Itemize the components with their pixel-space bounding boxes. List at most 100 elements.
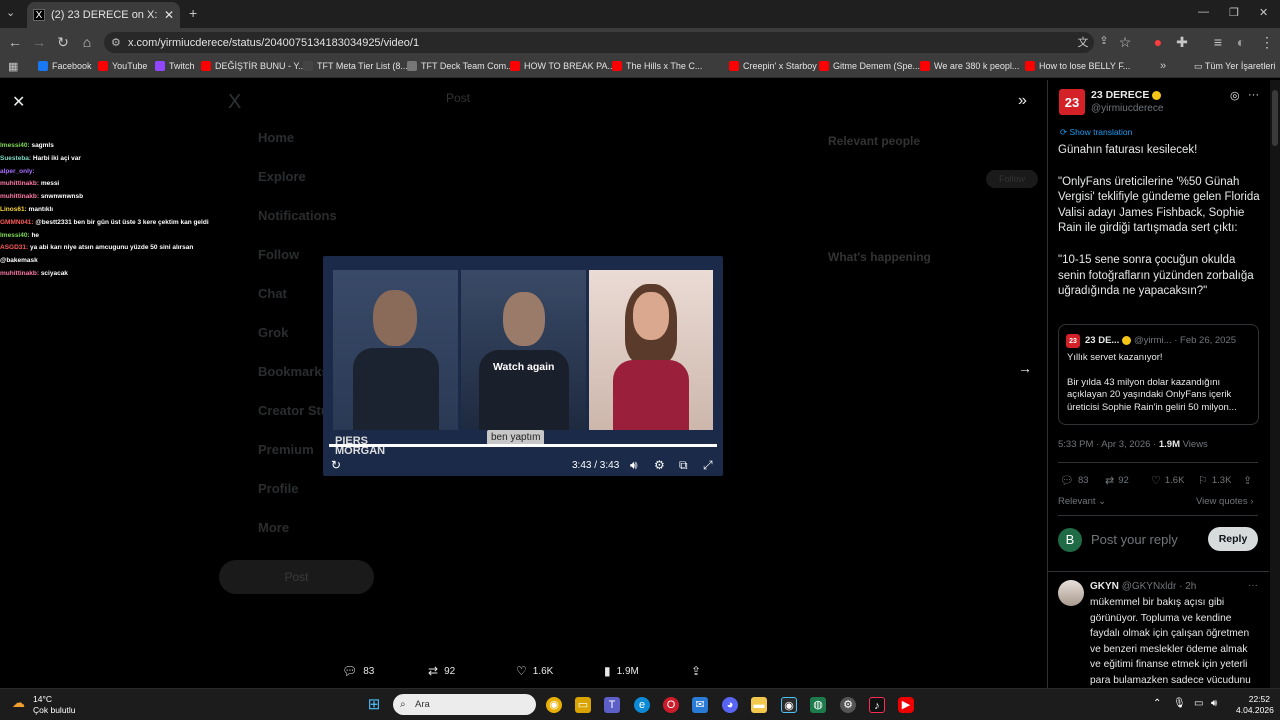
bookmark-item[interactable]: Facebook: [38, 61, 92, 71]
settings-icon[interactable]: ⚙: [654, 458, 665, 472]
bookmark-item[interactable]: YouTube: [98, 61, 147, 71]
scrollbar-thumb[interactable]: [1272, 90, 1278, 146]
site-info-icon[interactable]: ⚙: [111, 36, 121, 49]
apps-grid-icon[interactable]: ▦: [8, 60, 18, 73]
start-icon[interactable]: ⊞: [366, 697, 382, 713]
back-icon[interactable]: ←: [7, 34, 23, 50]
sort-relevant[interactable]: Relevant ⌄: [1058, 496, 1106, 507]
menu-icon[interactable]: ⋮: [1259, 34, 1275, 51]
tweet-bookmark-stat[interactable]: ⚐ 1.3K: [1198, 474, 1231, 487]
edge-icon[interactable]: e: [634, 697, 650, 713]
speaker-icon[interactable]: 🔊︎: [1211, 698, 1217, 709]
discord-icon[interactable]: ◕: [722, 697, 738, 713]
restore-button[interactable]: ❐: [1229, 6, 1239, 19]
chat-message: GMMN041: @bestt2331 ben bir gün üst üste…: [0, 217, 215, 230]
bookmark-item[interactable]: TFT Meta Tier List (8...: [303, 61, 408, 71]
tray-overflow-icon[interactable]: ⌃: [1153, 698, 1161, 709]
clock[interactable]: 22:52 4.04.2026: [1236, 694, 1274, 716]
collapse-sidebar-icon[interactable]: »: [1018, 92, 1027, 110]
author-handle[interactable]: @yirmiucderece: [1091, 103, 1163, 114]
reply-author[interactable]: GKYN: [1090, 581, 1119, 592]
reply-action[interactable]: 💬︎ 83: [342, 664, 374, 678]
tab-search-icon[interactable]: ⌄: [6, 6, 15, 19]
tab-close-icon[interactable]: ✕: [164, 8, 174, 22]
home-icon[interactable]: ⌂: [79, 34, 95, 50]
new-tab-button[interactable]: +: [189, 5, 197, 21]
steam-icon[interactable]: ⚙: [840, 697, 856, 713]
next-media-icon[interactable]: →: [1018, 360, 1032, 376]
bookmark-star-icon[interactable]: ☆: [1117, 34, 1133, 51]
quoted-tweet[interactable]: 23 23 DE... @yirmi... · Feb 26, 2025 Yıl…: [1058, 324, 1259, 425]
mail-icon[interactable]: ✉: [692, 697, 708, 713]
watch-again-button[interactable]: Watch again: [493, 361, 554, 373]
chat-message: Suesteba: Harbi iki açi var: [0, 153, 215, 166]
microphone-icon[interactable]: 🎙︎: [1173, 698, 1186, 709]
close-media-icon[interactable]: ✕: [12, 92, 25, 112]
more-options-icon[interactable]: ···: [1248, 89, 1259, 101]
forward-icon[interactable]: →: [31, 34, 47, 50]
author-name[interactable]: 23 DERECE: [1091, 89, 1162, 101]
bookmark-item[interactable]: We are 380 k peopl...: [920, 61, 1019, 71]
bookmark-favicon-icon: [407, 61, 417, 71]
tiktok-icon[interactable]: ♪: [869, 697, 885, 713]
tweet-reply-stat[interactable]: 💬︎ 83: [1060, 474, 1089, 487]
opera-icon[interactable]: O: [663, 697, 679, 713]
volume-icon[interactable]: 🔊︎: [630, 458, 638, 473]
reply-button[interactable]: Reply: [1208, 527, 1258, 551]
bookmark-label: TFT Meta Tier List (8...: [317, 61, 408, 71]
close-window-button[interactable]: ✕: [1259, 6, 1268, 19]
show-translation-link[interactable]: ⟳ Show translation: [1060, 127, 1132, 138]
share-action[interactable]: ⇪: [691, 664, 707, 678]
address-bar[interactable]: ⚙ x.com/yirmiucderece/status/20400751341…: [104, 32, 1094, 53]
folder-icon[interactable]: ▬: [751, 697, 767, 713]
bookmarks-overflow-icon[interactable]: »: [1160, 60, 1166, 72]
replay-icon[interactable]: ↻: [331, 458, 341, 472]
bookmark-item[interactable]: TFT Deck Team Com...: [407, 61, 514, 71]
bookmark-label: Twitch: [169, 61, 195, 71]
opera-extension-icon[interactable]: ●: [1150, 34, 1166, 50]
reload-icon[interactable]: ↻: [55, 34, 71, 51]
repost-action[interactable]: ⇄ 92: [428, 664, 455, 678]
view-quotes-link[interactable]: View quotes ›: [1196, 496, 1253, 507]
reply-input[interactable]: Post your reply: [1091, 532, 1178, 547]
bookmark-item[interactable]: Gitme Demem (Spe...: [819, 61, 920, 71]
tweet-repost-stat[interactable]: ⇄ 92: [1105, 474, 1129, 487]
reply-more-icon[interactable]: ···: [1248, 580, 1258, 591]
bookmark-item[interactable]: Twitch: [155, 61, 195, 71]
tweet-share-stat[interactable]: ⇪: [1243, 474, 1256, 487]
bookmark-item[interactable]: How to lose BELLY F...: [1025, 61, 1130, 71]
views-action[interactable]: ▮ 1.9M: [604, 664, 639, 678]
media-icon[interactable]: ≡: [1210, 34, 1226, 50]
taskbar-search[interactable]: ⌕ Ara: [393, 694, 536, 715]
all-bookmarks[interactable]: ▭ Tüm Yer İşaretleri: [1194, 61, 1275, 72]
file-manager-icon[interactable]: ▭: [575, 697, 591, 713]
chrome-active-icon[interactable]: ◉: [781, 697, 797, 713]
bookmark-item[interactable]: The Hills x The C...: [612, 61, 702, 71]
spotify-icon[interactable]: ◍: [810, 697, 826, 713]
author-avatar[interactable]: 23: [1059, 89, 1085, 115]
tweet-like-stat[interactable]: ♡ 1.6K: [1151, 474, 1184, 487]
author-name-text: 23 DERECE: [1091, 89, 1150, 101]
pip-icon[interactable]: ⧉: [679, 458, 688, 473]
install-icon[interactable]: ⇪: [1096, 34, 1112, 47]
minimize-button[interactable]: —: [1198, 6, 1209, 18]
weather-widget[interactable]: 14°C Çok bulutlu: [33, 694, 76, 716]
bookmark-item[interactable]: DEĞİŞTİR BUNU - Y...: [201, 61, 306, 71]
grok-icon[interactable]: ◎: [1230, 89, 1240, 102]
tweet-paragraph-1: Günahın faturası kesilecek!: [1058, 144, 1198, 156]
network-icon[interactable]: ▭: [1194, 698, 1203, 709]
youtube-icon[interactable]: ▶: [898, 697, 914, 713]
profile-icon[interactable]: ◐: [1233, 34, 1249, 50]
like-action[interactable]: ♡ 1.6K: [516, 664, 553, 678]
bookmark-item[interactable]: Creepin' x Starboy (...: [729, 61, 830, 71]
gkyn-avatar[interactable]: [1058, 580, 1084, 606]
video-progress-bar[interactable]: [329, 444, 717, 447]
extensions-icon[interactable]: ✚: [1174, 34, 1190, 51]
bookmark-item[interactable]: HOW TO BREAK PA...: [510, 61, 615, 71]
translate-icon[interactable]: 文: [1075, 34, 1091, 50]
tab-active[interactable]: X (2) 23 DERECE on X: "Günahın f ✕: [27, 2, 180, 28]
sidebar-scrollbar[interactable]: [1270, 80, 1280, 688]
teams-icon[interactable]: T: [604, 697, 620, 713]
chrome-icon[interactable]: ◉: [546, 697, 562, 713]
fullscreen-icon[interactable]: ⤢: [703, 458, 713, 473]
